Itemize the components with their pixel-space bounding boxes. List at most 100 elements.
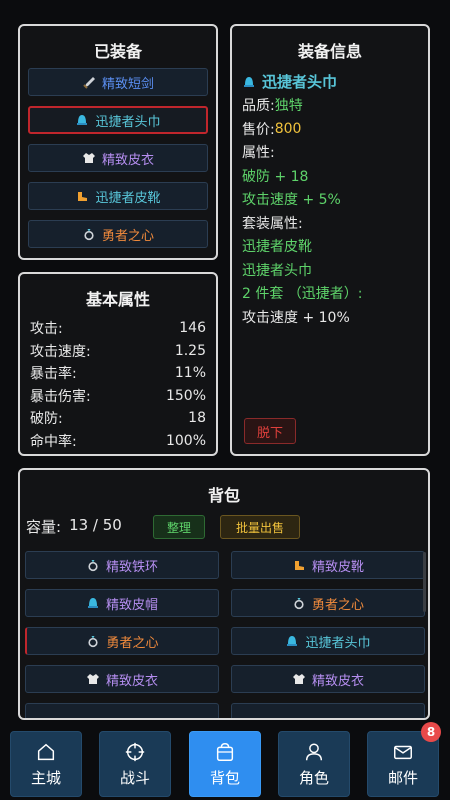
price-value: 800 — [274, 120, 302, 137]
bag-item-label: 精致皮衣 — [105, 673, 158, 689]
info-title: 装备信息 — [297, 42, 362, 61]
info-attr-line: 攻击速度 + 5% — [242, 192, 341, 209]
stats-title: 基本属性 — [85, 290, 150, 309]
bag-item-partial[interactable] — [231, 703, 425, 718]
stats-list: 攻击: 146 攻击速度: 1.25 暴击率: 11% 暴击伤害: 150% 破防: 18… — [30, 317, 206, 452]
info-set-label: 套装属性: — [242, 215, 303, 232]
bag-item[interactable]: 迅捷者头巾 — [231, 627, 425, 655]
bag-item-label: 精致皮衣 — [311, 673, 364, 689]
sort-button[interactable]: 整理 — [153, 515, 205, 539]
stat-value: 100% — [165, 432, 206, 449]
stat-name: 命中率: — [30, 433, 77, 450]
info-set-item: 迅捷者头巾 — [242, 262, 312, 279]
stats-panel: 基本属性 攻击: 146 攻击速度: 1.25 暴击率: 11% 暴击伤害: 150% … — [18, 272, 218, 456]
equipped-item-body[interactable]: 精致皮衣 — [28, 144, 208, 172]
bag-item-label: 精致皮帽 — [105, 597, 158, 613]
bag-item[interactable]: 精致铁环 — [25, 551, 219, 579]
helmet-icon — [242, 75, 256, 89]
armor-icon — [292, 672, 306, 686]
bag-item-label: 精致铁环 — [105, 559, 158, 575]
info-attr-label: 属性: — [242, 145, 275, 162]
equipped-item-label: 精致皮衣 — [101, 152, 154, 168]
mail-icon — [394, 745, 412, 759]
equipped-item-label: 勇者之心 — [101, 228, 154, 244]
stat-name: 破防: — [30, 411, 63, 428]
home-icon — [37, 743, 55, 760]
equipped-item-label: 精致短剑 — [101, 76, 154, 92]
bag-item[interactable]: 勇者之心 — [231, 589, 425, 617]
equipped-item-head[interactable]: 迅捷者头巾 — [28, 106, 208, 134]
bag-item-label: 勇者之心 — [106, 635, 159, 651]
bag-item[interactable]: 精致皮衣 — [25, 665, 219, 693]
boots-icon — [292, 558, 306, 572]
bag-item[interactable]: 精致皮帽 — [25, 589, 219, 617]
stat-value: 11% — [174, 365, 206, 382]
bag-title: 背包 — [207, 486, 240, 505]
tab-label: 邮件 — [387, 768, 418, 787]
capacity-label: 容量: — [26, 518, 62, 536]
equipped-item-feet[interactable]: 迅捷者皮靴 — [28, 182, 208, 210]
stat-value: 18 — [188, 410, 206, 427]
info-attr-line: 破防 + 18 — [242, 168, 309, 185]
stat-row-crit-rate: 暴击率: 11% — [30, 362, 206, 385]
bag-scrollbar[interactable] — [423, 552, 426, 612]
stat-name: 攻击速度: — [30, 343, 91, 360]
quality-value: 独特 — [274, 98, 303, 115]
tab-character[interactable]: 角色 — [278, 731, 350, 797]
bag-item-label: 精致皮靴 — [311, 559, 364, 575]
helmet-icon — [86, 596, 100, 610]
stat-value: 1.25 — [174, 342, 206, 359]
capacity-value: 13 / 50 — [69, 516, 122, 534]
info-price: 售价: 800 — [242, 117, 420, 141]
equipped-title: 已装备 — [93, 42, 142, 61]
stat-row-attack: 攻击: 146 — [30, 317, 206, 340]
equipment-info-panel: 装备信息 迅捷者头巾 品质: 独特 售价: 800 属性: 破防 + 18 攻击速度… — [230, 24, 430, 456]
info-set-item: 迅捷者皮靴 — [242, 239, 312, 256]
stat-value: 150% — [165, 387, 206, 404]
armor-icon — [82, 151, 96, 165]
equipped-item-accessory[interactable]: 勇者之心 — [28, 220, 208, 248]
quality-label: 品质: — [242, 98, 275, 115]
bag-item-label: 勇者之心 — [311, 597, 364, 613]
boots-icon — [75, 189, 89, 203]
info-set-bonus: 攻击速度 + 10% — [242, 309, 350, 326]
bag-icon — [216, 742, 234, 761]
bag-item-partial[interactable] — [25, 703, 219, 718]
unequip-button[interactable]: 脱下 — [244, 418, 296, 444]
info-body: 迅捷者头巾 品质: 独特 售价: 800 属性: 破防 + 18 攻击速度 + 5%… — [242, 70, 420, 329]
bag-item-label: 迅捷者头巾 — [305, 635, 371, 651]
stat-row-crit-damage: 暴击伤害: 150% — [30, 385, 206, 408]
stat-value: 146 — [179, 320, 206, 337]
stat-name: 暴击率: — [30, 366, 77, 383]
info-set-bonus-label: 2 件套 （迅捷者）: — [242, 286, 363, 303]
bag-capacity: 容量: 13 / 50 — [26, 516, 122, 537]
ring-icon — [82, 227, 96, 241]
person-icon — [305, 742, 323, 760]
bag-panel: 背包 容量: 13 / 50 整理 批量出售 精致铁环 精致皮帽 勇者之心 精致… — [18, 468, 430, 720]
mail-badge: 8 — [421, 722, 441, 742]
bag-item[interactable]: 勇者之心 — [25, 627, 219, 655]
tab-label: 角色 — [298, 768, 329, 787]
stat-row-attack-speed: 攻击速度: 1.25 — [30, 340, 206, 363]
stat-row-hit-rate: 命中率: 100% — [30, 430, 206, 453]
bag-item[interactable]: 精致皮衣 — [231, 665, 425, 693]
tab-main-city[interactable]: 主城 — [10, 731, 82, 797]
ring-icon — [86, 558, 100, 572]
helmet-icon — [285, 634, 299, 648]
info-item-name-text: 迅捷者头巾 — [262, 73, 338, 92]
equipped-item-weapon[interactable]: 精致短剑 — [28, 68, 208, 96]
tab-battle[interactable]: 战斗 — [99, 731, 171, 797]
info-item-name: 迅捷者头巾 — [242, 70, 420, 94]
tab-bag[interactable]: 背包 — [189, 731, 261, 797]
bag-item[interactable]: 精致皮靴 — [231, 551, 425, 579]
ring-icon — [86, 634, 100, 648]
stat-row-armor-break: 破防: 18 — [30, 407, 206, 430]
price-label: 售价: — [242, 121, 275, 138]
ring-icon — [292, 596, 306, 610]
info-quality: 品质: 独特 — [242, 94, 420, 118]
crosshair-icon — [125, 742, 145, 761]
helmet-icon — [75, 113, 89, 127]
bulk-sell-button[interactable]: 批量出售 — [220, 515, 300, 539]
stat-name: 攻击: — [30, 321, 63, 338]
equipped-item-label: 迅捷者皮靴 — [95, 190, 161, 206]
